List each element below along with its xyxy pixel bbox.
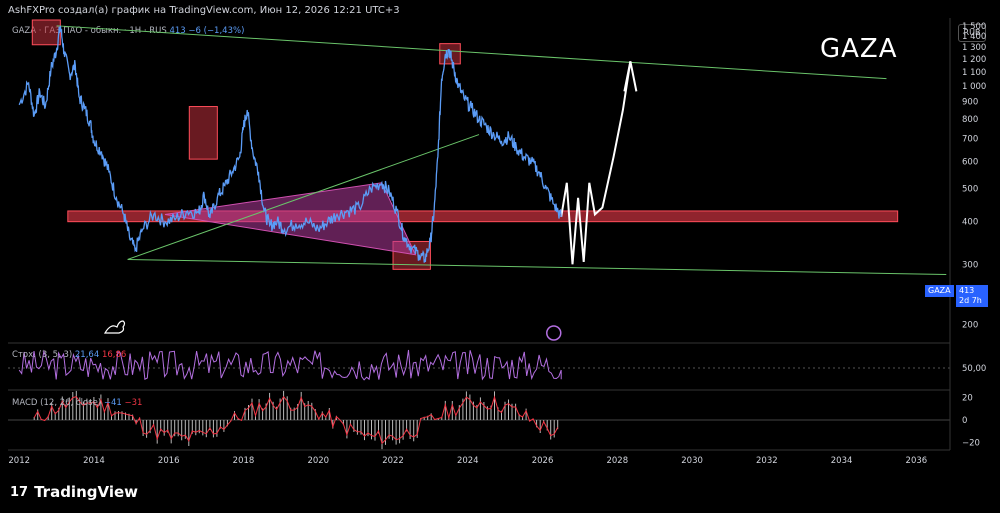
macd-label: MACD (12, 26, close): [12, 398, 102, 408]
price-tag-symbol: GAZA: [925, 285, 954, 297]
price-tag-price: 413: [959, 286, 975, 295]
y-tick-label: 600: [962, 158, 978, 168]
highlight-box: [31, 19, 61, 46]
macd-legend: MACD (12, 26, close) −41 −31: [12, 398, 142, 408]
x-tick-label: 2032: [756, 456, 778, 466]
projection-arrowhead: [623, 61, 638, 92]
resistance-trendline: [56, 25, 887, 80]
y-tick-label: 200: [962, 320, 978, 330]
tradingview-logo-icon: 17: [10, 484, 29, 500]
y-tick-label: 1 000: [962, 82, 986, 92]
x-tick-label: 2018: [233, 456, 255, 466]
y-tick-label: 1 500: [962, 22, 986, 32]
event-marker-icon: [546, 325, 562, 341]
stoch-legend: Стох. (3, 5, 3) 21,64 16,86: [12, 350, 126, 360]
y-tick-label: 1 400: [962, 32, 986, 42]
support-trendline: [127, 258, 947, 276]
stoch-k-value: 21,64: [74, 350, 100, 360]
macd-value: −41: [103, 398, 122, 408]
price-tag-value: 413 2d 7h: [956, 285, 988, 307]
macd-tick-label: −20: [962, 438, 980, 448]
rising-trendline: [127, 134, 480, 260]
y-tick-label: 1 300: [962, 43, 986, 53]
x-tick-label: 2028: [606, 456, 628, 466]
x-tick-label: 2022: [382, 456, 404, 466]
chart-canvas[interactable]: 2003004005006007008009001 0001 1001 2001…: [0, 0, 1000, 513]
x-tick-label: 2012: [8, 456, 30, 466]
projection-path: [560, 61, 632, 265]
axes-layer: 2003004005006007008009001 0001 1001 2001…: [8, 18, 986, 466]
y-tick-label: 900: [962, 98, 978, 108]
macd-tick-label: 0: [962, 416, 967, 426]
stoch-label: Стох. (3, 5, 3): [12, 350, 73, 360]
x-tick-label: 2014: [83, 456, 105, 466]
oscillator-layer: [8, 349, 950, 450]
brand-name: TradingView: [34, 483, 139, 501]
x-tick-label: 2020: [307, 456, 329, 466]
x-tick-label: 2036: [906, 456, 928, 466]
annotations-layer: [31, 19, 947, 341]
y-tick-label: 1 200: [962, 55, 986, 65]
stoch-d-value: 16,86: [101, 350, 127, 360]
macd-tick-label: 20: [962, 394, 973, 404]
y-tick-label: 1 100: [962, 68, 986, 78]
tradingview-footer: 17 TradingView: [10, 483, 138, 501]
stoch-tick-label: 50,00: [962, 364, 986, 374]
y-tick-label: 800: [962, 115, 978, 125]
highlight-box: [188, 106, 218, 160]
price-tag-countdown: 2d 7h: [959, 296, 982, 305]
doodle-icon: [103, 320, 126, 334]
y-tick-label: 700: [962, 135, 978, 145]
x-tick-label: 2030: [681, 456, 703, 466]
x-tick-label: 2034: [831, 456, 853, 466]
x-tick-label: 2016: [158, 456, 180, 466]
y-tick-label: 300: [962, 260, 978, 270]
pattern-triangle: [164, 182, 417, 256]
macd-signal-value: −31: [124, 398, 143, 408]
y-tick-label: 400: [962, 218, 978, 228]
x-tick-label: 2026: [532, 456, 554, 466]
x-tick-label: 2024: [457, 456, 479, 466]
y-tick-label: 500: [962, 185, 978, 195]
